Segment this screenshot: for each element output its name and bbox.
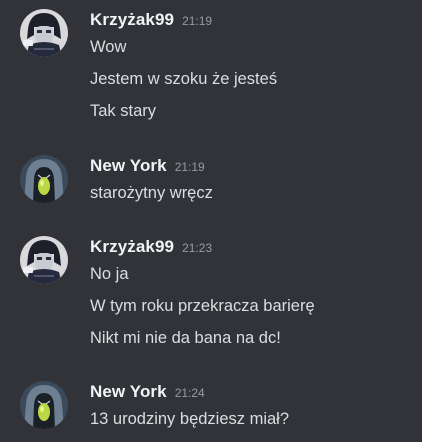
message-group-krzyzak99-2: Krzyżak99 21:23 No ja W tym roku przekrac… bbox=[0, 236, 422, 354]
message-text: Jestem w szoku że jesteś bbox=[90, 70, 278, 88]
username[interactable]: Krzyżak99 bbox=[90, 237, 174, 256]
message-text: Nikt mi nie da bana na dc! bbox=[90, 329, 281, 347]
message-header: New York 21:19 bbox=[90, 155, 205, 177]
username[interactable]: New York bbox=[90, 156, 167, 175]
timestamp[interactable]: 21:19 bbox=[175, 160, 205, 174]
message-group-new-york-1: New York 21:19 starożytny wręcz bbox=[0, 155, 422, 207]
message-header: New York 21:24 bbox=[90, 381, 205, 403]
message-header: Krzyżak99 21:19 bbox=[90, 9, 212, 31]
message-header: Krzyżak99 21:23 bbox=[90, 236, 212, 258]
hooded-figure-avatar-icon[interactable] bbox=[20, 155, 68, 203]
timestamp[interactable]: 21:24 bbox=[175, 386, 205, 400]
message-text: W tym roku przekracza barierę bbox=[90, 297, 315, 315]
hooded-figure-avatar-icon[interactable] bbox=[20, 381, 68, 429]
message-text: Tak stary bbox=[90, 102, 157, 120]
message-text: Wow bbox=[90, 38, 127, 56]
anime-character-avatar-icon[interactable] bbox=[20, 9, 68, 57]
anime-character-avatar-icon[interactable] bbox=[20, 236, 68, 284]
message-group-krzyzak99-1: Krzyżak99 21:19 Wow Jestem w szoku że jes… bbox=[0, 9, 422, 127]
timestamp[interactable]: 21:19 bbox=[182, 14, 212, 28]
message-text: 13 urodziny będziesz miał? bbox=[90, 410, 290, 428]
username[interactable]: Krzyżak99 bbox=[90, 10, 174, 29]
message-text: No ja bbox=[90, 265, 129, 283]
timestamp[interactable]: 21:23 bbox=[182, 241, 212, 255]
message-text: starożytny wręcz bbox=[90, 184, 213, 202]
username[interactable]: New York bbox=[90, 382, 167, 401]
message-group-new-york-2: New York 21:24 13 urodziny będziesz miał? bbox=[0, 381, 422, 433]
